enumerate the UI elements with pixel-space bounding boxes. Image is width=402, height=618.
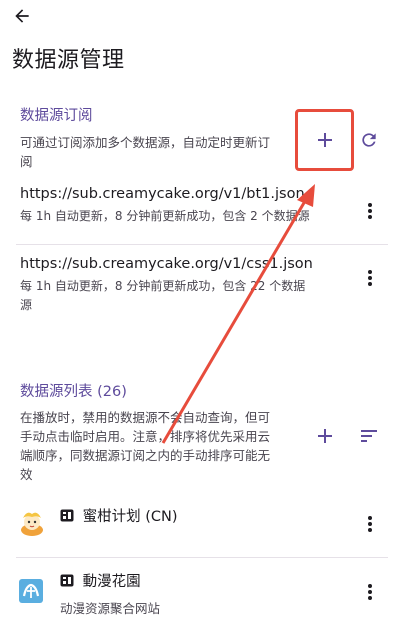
source-description: 动漫资源聚合网站 [60,601,161,616]
subscription-meta: 每 1h 自动更新，8 分钟前更新成功，包含 2 个数据源 [20,209,310,223]
subscription-more-button[interactable] [358,197,382,225]
source-name: 蜜柑计划 (CN) [60,509,178,525]
sources-description: 在播放时，禁用的数据源不会自动查询，但可 手动点击临时启用。注意，排序将优先采用… [20,410,271,482]
source-type-badge-icon [60,574,74,587]
subscriptions-description: 可通过订阅添加多个数据源，自动定时更新订 阅 [20,135,271,169]
highlight-annotation-box [295,109,354,171]
source-avatar [18,508,46,542]
source-name: 動漫花園 [60,570,160,591]
mikan-logo-icon [21,512,43,536]
source-avatar [18,578,44,608]
source-item[interactable]: 蜜柑计划 (CN) [60,505,178,526]
dmhy-logo-icon [19,579,43,603]
sort-sources-button[interactable] [354,421,384,451]
divider [16,557,388,558]
subscription-item[interactable]: https://sub.creamycake.org/v1/bt1.json 每… [20,186,360,226]
subscription-more-button[interactable] [358,264,382,292]
refresh-subscriptions-button[interactable] [354,125,384,155]
subscription-meta: 每 1h 自动更新，8 分钟前更新成功，包含 22 个数据 源 [20,279,306,312]
plus-icon [318,429,332,443]
arrow-left-icon [15,9,29,23]
page-title: 数据源管理 [12,48,125,73]
source-type-badge-icon [60,509,74,522]
sort-icon [361,430,377,442]
add-source-button[interactable] [310,421,340,451]
more-vert-icon [368,270,372,286]
source-item[interactable]: 動漫花園 动漫资源聚合网站 [60,570,160,617]
subscription-url: https://sub.creamycake.org/v1/bt1.json [20,186,305,202]
more-vert-icon [368,203,372,219]
divider [16,244,388,245]
subscription-url: https://sub.creamycake.org/v1/css1.json [20,256,313,272]
sources-section-title: 数据源列表 (26) [20,384,127,400]
source-more-button[interactable] [358,510,382,538]
more-vert-icon [368,584,372,600]
refresh-icon [362,133,376,147]
subscriptions-section-title: 数据源订阅 [20,108,93,124]
more-vert-icon [368,516,372,532]
subscription-item[interactable]: https://sub.creamycake.org/v1/css1.json … [20,256,360,315]
back-button[interactable] [6,2,38,30]
source-more-button[interactable] [358,578,382,606]
